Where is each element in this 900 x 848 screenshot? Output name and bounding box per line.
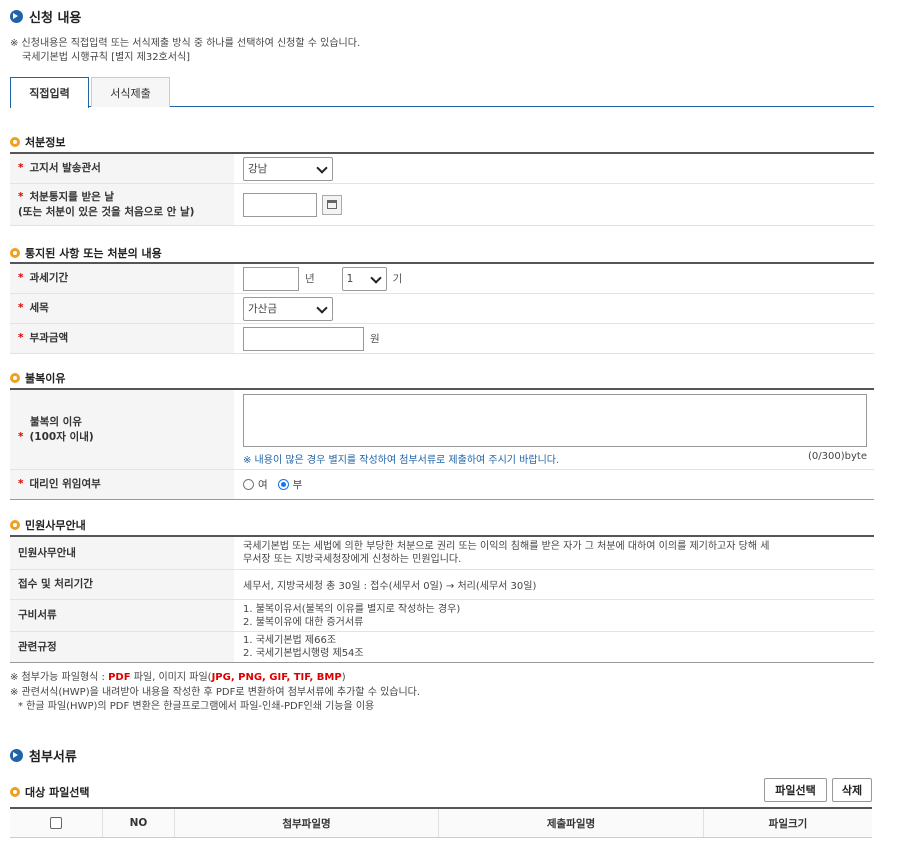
tax-label: * 세목 [10, 294, 234, 323]
column-header: 제출파일명 [439, 809, 704, 837]
column-header: NO [103, 809, 175, 837]
bullet-icon [10, 248, 20, 258]
table-row: * 세목 가산금 [10, 294, 874, 324]
calendar-icon[interactable] [322, 194, 342, 215]
chevron-down-icon [372, 276, 382, 282]
tax-select[interactable]: 가산금 [243, 296, 333, 321]
objection-table: 불복의 이유 * (100자 이내) ※ 내용이 많은 경우 별지를 작성하여 첨… [10, 388, 874, 500]
disposition-table: * 고지서 발송관서 강남 * 처분통지를 받은 날 (또는 처분이 있은 것을 처… [10, 152, 874, 226]
subsection-guide: 민원사무안내 [10, 517, 86, 533]
table-row: 관련규정 1. 국세기본법 제66조 2. 국세기본법시행령 제54조 [10, 632, 874, 663]
bullet-icon [10, 137, 20, 147]
file-select-button[interactable]: 파일선택 [764, 778, 827, 802]
reason-counter: (0/300)byte [808, 451, 867, 462]
guide-table: 민원사무안내 국세기본법 또는 세법에 의한 부당한 처분으로 권리 또는 이익… [10, 535, 874, 663]
reason-hint: ※ 내용이 많은 경우 별지를 작성하여 첨부서류로 제출하여 주시기 바랍니다… [243, 455, 560, 466]
table-row: 불복의 이유 * (100자 이내) ※ 내용이 많은 경우 별지를 작성하여 첨… [10, 390, 874, 470]
office-select[interactable]: 강남 [243, 156, 333, 181]
reason-label: 불복의 이유 * (100자 이내) [10, 390, 234, 469]
notice-date-label: * 처분통지를 받은 날 (또는 처분이 있은 것을 처음으로 안 날) [10, 184, 234, 225]
delete-button[interactable]: 삭제 [832, 778, 872, 802]
period-label: * 과세기간 [10, 264, 234, 293]
bullet-icon [10, 373, 20, 383]
office-label: * 고지서 발송관서 [10, 154, 234, 183]
tab-form-submit[interactable]: 서식제출 [91, 77, 170, 107]
input-method-tabs: 직접입력 서식제출 [10, 77, 874, 108]
agent-no-radio[interactable] [277, 479, 289, 490]
select-all-cell [10, 809, 103, 837]
table-row: * 처분통지를 받은 날 (또는 처분이 있은 것을 처음으로 안 날) [10, 184, 874, 226]
amount-input[interactable] [243, 326, 364, 351]
table-row: * 대리인 위임여부 여 부 [10, 470, 874, 500]
section-title-apply: 신청 내용 [10, 7, 81, 26]
term-select[interactable]: 1 [341, 266, 387, 291]
notice-date-input[interactable] [243, 192, 317, 217]
subsection-file-select: 대상 파일선택 [10, 784, 90, 800]
year-input[interactable] [243, 266, 299, 291]
arrow-circle-icon [10, 10, 23, 23]
table-row: * 과세기간 년 1 기 [10, 264, 874, 294]
attachment-footnotes: ※ 첨부가능 파일형식 : PDF 파일, 이미지 파일(JPG, PNG, G… [10, 672, 421, 712]
column-header: 첨부파일명 [175, 809, 439, 837]
subsection-objection: 불복이유 [10, 370, 65, 386]
chevron-down-icon [318, 306, 328, 312]
file-list-header: NO 첨부파일명 제출파일명 파일크기 [10, 807, 872, 838]
reason-textarea[interactable] [243, 394, 867, 447]
agent-yes-radio[interactable] [243, 479, 254, 490]
subsection-notified: 통지된 사항 또는 처분의 내용 [10, 245, 162, 261]
bullet-icon [10, 520, 20, 530]
table-row: 접수 및 처리기간 세무서, 지방국세청 총 30일 : 접수(세무서 0일) … [10, 570, 874, 600]
apply-note: ※ 신청내용은 직접입력 또는 서식제출 방식 중 하나를 선택하여 신청할 수… [10, 38, 361, 63]
subsection-disposition: 처분정보 [10, 134, 65, 150]
chevron-down-icon [318, 166, 328, 172]
tab-direct-input[interactable]: 직접입력 [10, 77, 89, 108]
table-row: * 고지서 발송관서 강남 [10, 154, 874, 184]
table-row: 구비서류 1. 불복이유서(불복의 이유를 별지로 작성하는 경우) 2. 불복… [10, 600, 874, 632]
agent-label: * 대리인 위임여부 [10, 470, 234, 499]
table-row: 민원사무안내 국세기본법 또는 세법에 의한 부당한 처분으로 권리 또는 이익… [10, 537, 874, 570]
amount-label: * 부과금액 [10, 324, 234, 353]
arrow-circle-icon [10, 749, 23, 762]
select-all-checkbox[interactable] [50, 817, 62, 829]
notified-table: * 과세기간 년 1 기 * 세목 가산금 * 부과금액 원 [10, 262, 874, 354]
table-row: * 부과금액 원 [10, 324, 874, 354]
bullet-icon [10, 787, 20, 797]
column-header: 파일크기 [768, 817, 808, 830]
section-title-attach: 첨부서류 [10, 746, 77, 765]
